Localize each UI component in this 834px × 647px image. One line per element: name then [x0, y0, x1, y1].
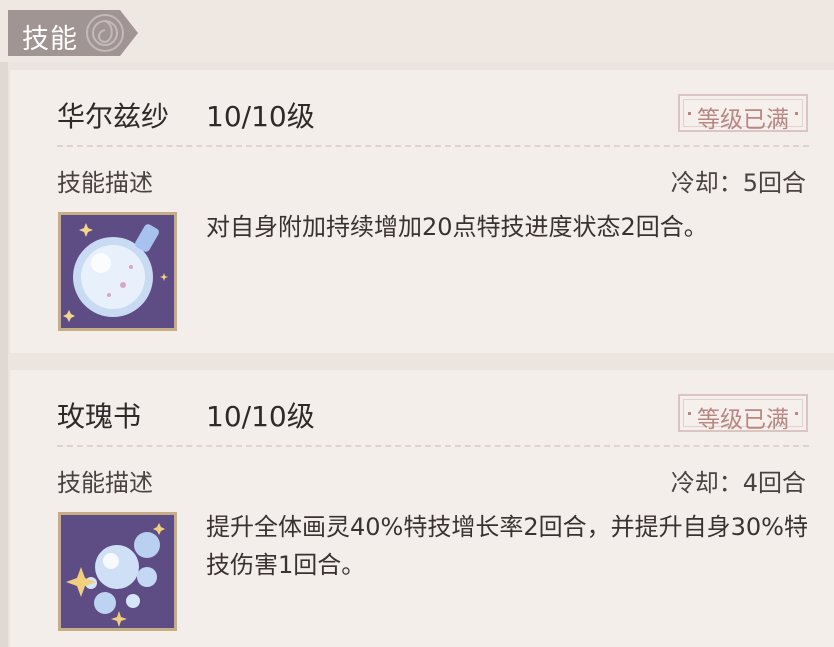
bubbles-sparkle-art	[61, 515, 174, 628]
skill-description: 对自身附加持续增加20点特技进度状态2回合。	[206, 213, 708, 241]
crystal-orb-icon[interactable]	[58, 212, 177, 331]
skill-card[interactable]: 玫瑰书 10/10级 等级已满 技能描述 冷却：4回合 提升全体画灵40%特技增…	[10, 370, 834, 647]
skill-level: 10/10级	[206, 100, 315, 133]
skill-name: 玫瑰书	[57, 400, 142, 433]
description-label: 技能描述	[57, 469, 153, 497]
divider	[57, 445, 809, 447]
left-rail	[0, 0, 8, 647]
section-tab: 技能	[8, 10, 138, 56]
badge-text: 等级已满	[697, 107, 789, 133]
skill-level: 10/10级	[206, 400, 315, 433]
crystal-orb-art	[61, 215, 174, 328]
rose-icon	[86, 14, 124, 52]
divider	[57, 145, 809, 147]
cooldown-text: 冷却：4回合	[670, 469, 806, 497]
skill-name: 华尔兹纱	[57, 100, 170, 133]
level-max-badge: 等级已满	[678, 94, 808, 133]
badge-text: 等级已满	[697, 407, 789, 433]
cooldown-text: 冷却：5回合	[670, 169, 806, 197]
description-label: 技能描述	[57, 169, 153, 197]
skill-description: 提升全体画灵40%特技增长率2回合，并提升自身30%特技伤害1回合。	[206, 513, 808, 579]
bubbles-sparkle-icon[interactable]	[58, 512, 177, 631]
section-title: 技能	[22, 24, 78, 55]
skill-card[interactable]: 华尔兹纱 10/10级 等级已满 技能描述 冷却：5回合 对自身附加持续增加20…	[10, 70, 834, 353]
level-max-badge: 等级已满	[678, 394, 808, 433]
